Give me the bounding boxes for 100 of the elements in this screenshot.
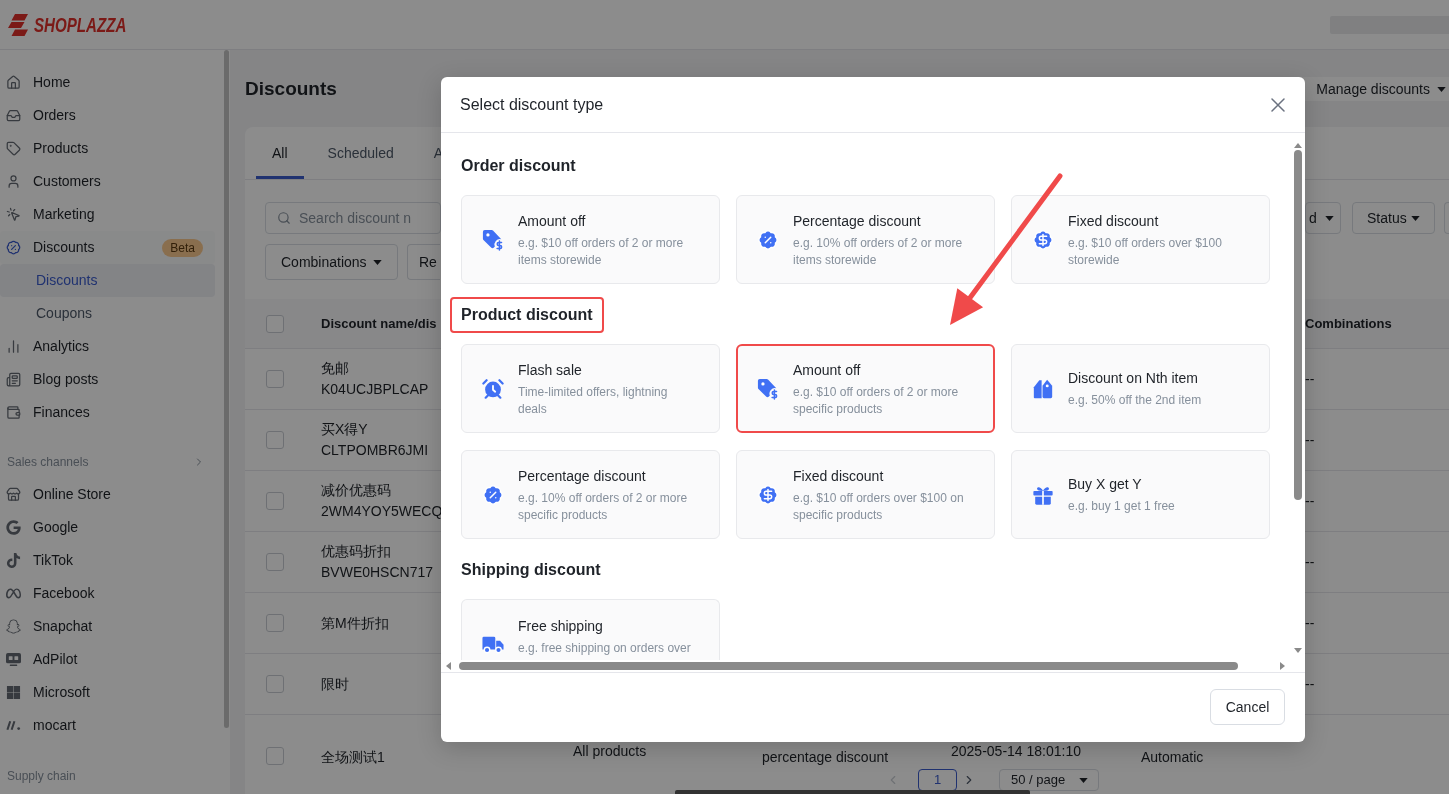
logo-icon bbox=[8, 13, 28, 36]
store-icon bbox=[6, 487, 21, 502]
home-icon bbox=[6, 75, 21, 90]
table-cell-text: -- bbox=[1305, 552, 1315, 572]
scrollbar-thumb[interactable] bbox=[1294, 150, 1302, 500]
tab[interactable]: Scheduled bbox=[311, 127, 410, 179]
nav-item[interactable]: Coupons bbox=[0, 297, 215, 330]
row-checkbox[interactable] bbox=[266, 675, 284, 693]
discount-type-card[interactable]: Discount on Nth item e.g. 50% off the 2nd item bbox=[1011, 344, 1270, 433]
percent-badge-icon bbox=[482, 483, 504, 506]
infinity-icon bbox=[6, 586, 21, 601]
alarm-clock-icon bbox=[482, 377, 504, 400]
discount-type-card[interactable]: Buy X get Y e.g. buy 1 get 1 free bbox=[1011, 450, 1270, 539]
logo-text: SHOPLAZZA bbox=[34, 12, 127, 37]
nav-item[interactable]: TikTok bbox=[0, 544, 215, 577]
cancel-button[interactable]: Cancel bbox=[1210, 689, 1285, 725]
section-label: Supply chain bbox=[7, 767, 76, 785]
g-logo-icon bbox=[6, 520, 21, 535]
slash-marks-icon bbox=[6, 718, 21, 733]
nav-item[interactable]: Microsoft bbox=[0, 676, 215, 709]
close-button[interactable] bbox=[1271, 97, 1285, 112]
newspaper-icon bbox=[6, 372, 21, 387]
scroll-right-icon[interactable] bbox=[1280, 662, 1285, 670]
beta-badge: Beta bbox=[162, 238, 203, 257]
nav-item[interactable]: Customers bbox=[0, 165, 215, 198]
discount-code: CLTPOMBR6JMI bbox=[321, 441, 429, 460]
discount-type-card[interactable]: Fixed discount e.g. $10 off orders over $100 storewide bbox=[1011, 195, 1270, 284]
filter-dropdown[interactable]: d bbox=[1305, 202, 1341, 234]
nav-item[interactable]: Facebook bbox=[0, 577, 215, 610]
discount-type-card[interactable]: Amount off e.g. $10 off orders of 2 or more items storewide bbox=[461, 195, 720, 284]
discount-name: 限时 bbox=[321, 674, 349, 694]
discount-name: 减价优惠码 bbox=[321, 481, 391, 500]
table-cell-text: -- bbox=[1305, 674, 1315, 694]
discount-code: K04UCJBPLCAP bbox=[321, 380, 429, 399]
page-title: Discounts bbox=[245, 77, 337, 101]
wallet-icon bbox=[6, 405, 21, 420]
tab[interactable]: All bbox=[256, 127, 304, 179]
table-cell: All products bbox=[573, 743, 647, 759]
scrollbar-thumb[interactable] bbox=[459, 662, 1238, 670]
nav-item[interactable]: Home bbox=[0, 66, 215, 99]
discount-type-card[interactable]: Amount off e.g. $10 off orders of 2 or more specific products bbox=[736, 344, 995, 433]
nav-item[interactable]: Online Store bbox=[0, 478, 215, 511]
row-checkbox[interactable] bbox=[266, 747, 284, 765]
user-icon bbox=[6, 174, 21, 189]
nav-item[interactable]: Finances bbox=[0, 396, 215, 429]
discount-type-card[interactable]: Free shipping e.g. free shipping on orders over bbox=[461, 599, 720, 660]
discount-name: 免邮 bbox=[321, 359, 349, 378]
nav-item[interactable]: Blog posts bbox=[0, 363, 215, 396]
discount-code: 2WM4YOY5WECQ bbox=[321, 502, 443, 521]
nav-item[interactable]: Orders bbox=[0, 99, 215, 132]
scrollbar-thumb[interactable] bbox=[224, 50, 229, 728]
scroll-down-icon[interactable] bbox=[1294, 648, 1302, 653]
percent-badge-icon bbox=[6, 240, 21, 255]
filter-button[interactable]: Re bbox=[407, 244, 440, 280]
discount-type-card[interactable]: Percentage discount e.g. 10% off orders of 2 or more items storewide bbox=[736, 195, 995, 284]
table-cell: percentage discount bbox=[762, 749, 889, 765]
music-note-icon bbox=[6, 553, 21, 568]
percent-badge-icon bbox=[757, 228, 779, 251]
price-tag-icon bbox=[757, 377, 779, 400]
table-cell: 2025-05-14 18:01:10 bbox=[951, 743, 1081, 759]
scroll-left-icon[interactable] bbox=[446, 662, 451, 670]
filter-dropdown[interactable]: Combinations bbox=[265, 244, 398, 280]
caret-icon bbox=[1324, 215, 1334, 221]
section-heading: Product discount bbox=[450, 297, 604, 333]
row-checkbox[interactable] bbox=[266, 553, 284, 571]
row-checkbox[interactable] bbox=[266, 614, 284, 632]
row-checkbox[interactable] bbox=[266, 492, 284, 510]
table-cell-text: -- bbox=[1305, 613, 1315, 633]
caret-icon bbox=[1411, 215, 1420, 221]
nav-item[interactable]: Analytics bbox=[0, 330, 215, 363]
section-heading: Shipping discount bbox=[460, 560, 602, 580]
search-field[interactable]: Search discount n bbox=[265, 202, 441, 234]
filter-dropdown[interactable]: Status bbox=[1352, 202, 1435, 234]
table-cell-text: -- bbox=[1305, 369, 1315, 389]
nav-item[interactable]: Products bbox=[0, 132, 215, 165]
nav-item[interactable]: Discounts bbox=[0, 264, 215, 297]
discount-type-card[interactable]: Fixed discount e.g. $10 off orders over $100 on specific products bbox=[736, 450, 995, 539]
close-icon bbox=[1271, 97, 1285, 112]
discount-name: 优惠码折扣 bbox=[321, 542, 391, 561]
discount-name: 第M件折扣 bbox=[321, 613, 389, 633]
select-all-checkbox[interactable] bbox=[266, 314, 284, 333]
row-checkbox[interactable] bbox=[266, 431, 284, 449]
section-heading: Order discount bbox=[460, 156, 577, 176]
monitor-icon bbox=[6, 652, 21, 667]
nav-item[interactable]: AdPilot bbox=[0, 643, 215, 676]
nav-item[interactable]: Marketing bbox=[0, 198, 215, 231]
discount-code: BVWE0HSCN717 bbox=[321, 563, 434, 582]
table-cell-text: -- bbox=[1305, 491, 1315, 511]
nav-item[interactable]: Snapchat bbox=[0, 610, 215, 643]
nav-item[interactable]: Google bbox=[0, 511, 215, 544]
scroll-up-icon[interactable] bbox=[1294, 143, 1302, 148]
discount-type-card[interactable]: Percentage discount e.g. 10% off orders of 2 or more specific products bbox=[461, 450, 720, 539]
page-scrollbar-thumb[interactable] bbox=[675, 790, 1030, 794]
discount-type-card[interactable]: Flash sale Time-limited offers, lightning deals bbox=[461, 344, 720, 433]
dollar-badge-icon bbox=[1032, 228, 1054, 251]
inbox-icon bbox=[6, 108, 21, 123]
table-cell: Automatic bbox=[1141, 749, 1204, 765]
nav-item[interactable]: mocart bbox=[0, 709, 215, 742]
row-checkbox[interactable] bbox=[266, 370, 284, 388]
price-tag-icon bbox=[482, 228, 504, 251]
